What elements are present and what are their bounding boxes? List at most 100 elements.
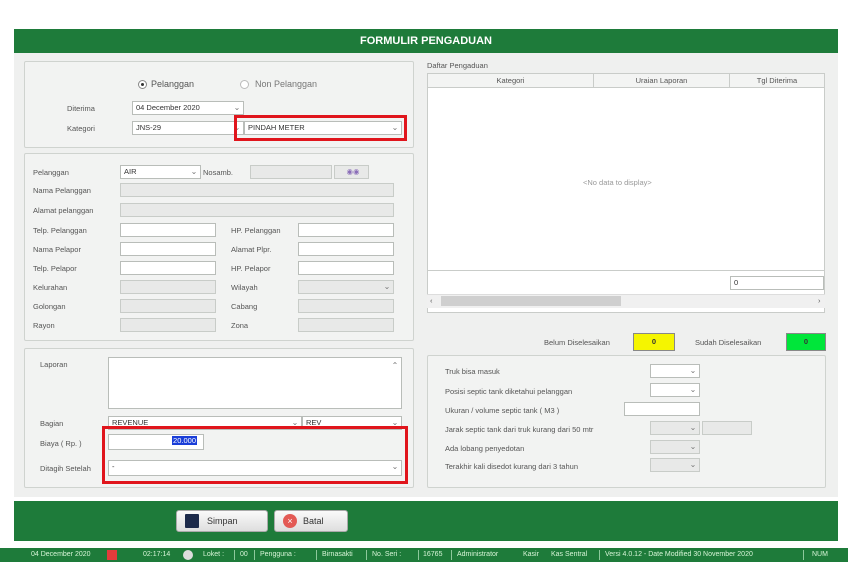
septic-select-6[interactable]: ⌄ <box>650 458 700 472</box>
close-icon: × <box>283 514 297 528</box>
septic-label-2: Posisi septic tank diketahui pelanggan <box>445 387 573 396</box>
status-time: 02:17:14 <box>143 551 171 558</box>
bagian-label: Bagian <box>40 419 64 428</box>
telp-pelanggan-label: Telp. Pelanggan <box>33 226 87 235</box>
chevron-down-icon: ⌄ <box>689 423 697 432</box>
septic-distance-input[interactable] <box>702 421 752 435</box>
ditagih-label: Ditagih Setelah <box>40 464 91 473</box>
diterima-date-field[interactable]: 04 December 2020 ⌄ <box>132 101 244 115</box>
status-date: 04 December 2020 <box>31 551 91 558</box>
alamat-pelanggan-label: Alamat pelanggan <box>33 206 94 215</box>
hp-pelanggan-label: HP. Pelanggan <box>231 226 281 235</box>
action-bar <box>14 501 838 541</box>
belum-count-badge: 0 <box>633 333 675 351</box>
status-noseri-label: No. Seri : <box>372 551 402 558</box>
laporan-textarea[interactable]: ⌃ <box>108 357 402 409</box>
chevron-down-icon: ⌄ <box>689 366 697 375</box>
wilayah-select[interactable]: ⌄ <box>298 280 394 294</box>
septic-select-5[interactable]: ⌄ <box>650 440 700 454</box>
telp-pelapor-label: Telp. Pelapor <box>33 264 77 273</box>
nosamb-label: Nosamb. <box>203 168 234 177</box>
status-version: Versi 4.0.12 - Date Modified 30 November… <box>605 551 753 558</box>
kategori-label: Kategori <box>67 124 95 133</box>
laporan-label: Laporan <box>40 360 68 369</box>
zona-input[interactable] <box>298 318 394 332</box>
golongan-label: Golongan <box>33 302 66 311</box>
cabang-input[interactable] <box>298 299 394 313</box>
wilayah-label: Wilayah <box>231 283 258 292</box>
calendar-icon[interactable] <box>107 550 117 560</box>
col-header-uraian[interactable]: Uraian Laporan <box>594 74 730 88</box>
hp-pelapor-input[interactable] <box>298 261 394 275</box>
radio-pelanggan-label: Pelanggan <box>151 79 195 89</box>
status-kasir-label: Kasir <box>523 551 539 558</box>
chevron-down-icon: ⌄ <box>190 167 198 176</box>
alamat-pelanggan-input[interactable] <box>120 203 394 217</box>
status-noseri-value: 16765 <box>423 551 443 558</box>
status-pengguna-value: Birnasakti <box>322 551 353 558</box>
septic-select-4[interactable]: ⌄ <box>650 421 700 435</box>
grid-footer-divider <box>427 270 825 271</box>
form-title: FORMULIR PENGADUAN <box>14 29 838 53</box>
septic-label-1: Truk bisa masuk <box>445 367 500 376</box>
chevron-down-icon: ⌄ <box>233 103 241 112</box>
col-header-tgl[interactable]: Tgl Diterima <box>730 74 824 88</box>
belum-label: Belum Diselesaikan <box>544 338 610 347</box>
status-num: NUM <box>812 551 828 558</box>
clock-icon <box>183 550 193 560</box>
hp-pelapor-label: HP. Pelapor <box>231 264 271 273</box>
septic-label-5: Ada lobang penyedotan <box>445 444 525 453</box>
zona-label: Zona <box>231 321 249 330</box>
scrollbar-thumb[interactable] <box>441 296 621 306</box>
kategori-code-field[interactable]: JNS-29 ⌄ <box>132 121 244 135</box>
save-button[interactable]: Simpan <box>176 510 268 532</box>
chevron-down-icon: ⌄ <box>383 282 391 291</box>
rayon-label: Rayon <box>33 321 55 330</box>
pelanggan-type-select[interactable]: AIR ⌄ <box>120 165 201 179</box>
septic-select-1[interactable]: ⌄ <box>650 364 700 378</box>
nama-pelapor-input[interactable] <box>120 242 216 256</box>
binoculars-icon[interactable]: ◉◉ <box>334 165 369 179</box>
telp-pelapor-input[interactable] <box>120 261 216 275</box>
diterima-label: Diterima <box>67 104 95 113</box>
sudah-label: Sudah Diselesaikan <box>695 338 762 347</box>
biaya-label: Biaya ( Rp. ) <box>40 439 82 448</box>
hp-pelanggan-input[interactable] <box>298 223 394 237</box>
chevron-right-icon[interactable]: › <box>818 296 821 305</box>
scroll-up-icon: ⌃ <box>391 361 399 370</box>
radio-non-pelanggan[interactable] <box>240 80 249 89</box>
highlight-box-biaya <box>102 426 408 484</box>
floppy-disk-icon <box>185 514 199 528</box>
nama-pelapor-label: Nama Pelapor <box>33 245 81 254</box>
col-header-kategori[interactable]: Kategori <box>428 74 594 88</box>
septic-label-4: Jarak septic tank dari truk kurang dari … <box>445 425 594 434</box>
septic-label-6: Terakhir kali disedot kurang dari 3 tahu… <box>445 462 578 471</box>
chevron-down-icon: ⌄ <box>689 442 697 451</box>
status-role: Administrator <box>457 551 499 558</box>
status-kasir-value: Kas Sentral <box>551 551 588 558</box>
daftar-title: Daftar Pengaduan <box>427 61 488 70</box>
status-loket-label: Loket : <box>203 551 225 558</box>
grid-footer-count: 0 <box>730 276 824 290</box>
nama-pelanggan-input[interactable] <box>120 183 394 197</box>
golongan-input[interactable] <box>120 299 216 313</box>
nosamb-input[interactable] <box>250 165 332 179</box>
cabang-label: Cabang <box>231 302 258 311</box>
status-pengguna-label: Pengguna : <box>260 551 296 558</box>
kelurahan-input[interactable] <box>120 280 216 294</box>
chevron-down-icon: ⌄ <box>689 460 697 469</box>
chevron-left-icon[interactable]: ‹ <box>430 296 433 305</box>
alamat-pelapor-label: Alamat Plpr. <box>231 245 272 254</box>
septic-select-2[interactable]: ⌄ <box>650 383 700 397</box>
status-loket-value: 00 <box>240 551 248 558</box>
highlight-box-kategori <box>234 115 407 141</box>
chevron-down-icon: ⌄ <box>689 385 697 394</box>
alamat-pelapor-input[interactable] <box>298 242 394 256</box>
radio-pelanggan[interactable] <box>138 80 147 89</box>
cancel-button[interactable]: × Batal <box>274 510 348 532</box>
septic-label-3: Ukuran / volume septic tank ( M3 ) <box>445 406 560 415</box>
rayon-input[interactable] <box>120 318 216 332</box>
kelurahan-label: Kelurahan <box>33 283 68 292</box>
telp-pelanggan-input[interactable] <box>120 223 216 237</box>
septic-volume-input[interactable] <box>624 402 700 416</box>
